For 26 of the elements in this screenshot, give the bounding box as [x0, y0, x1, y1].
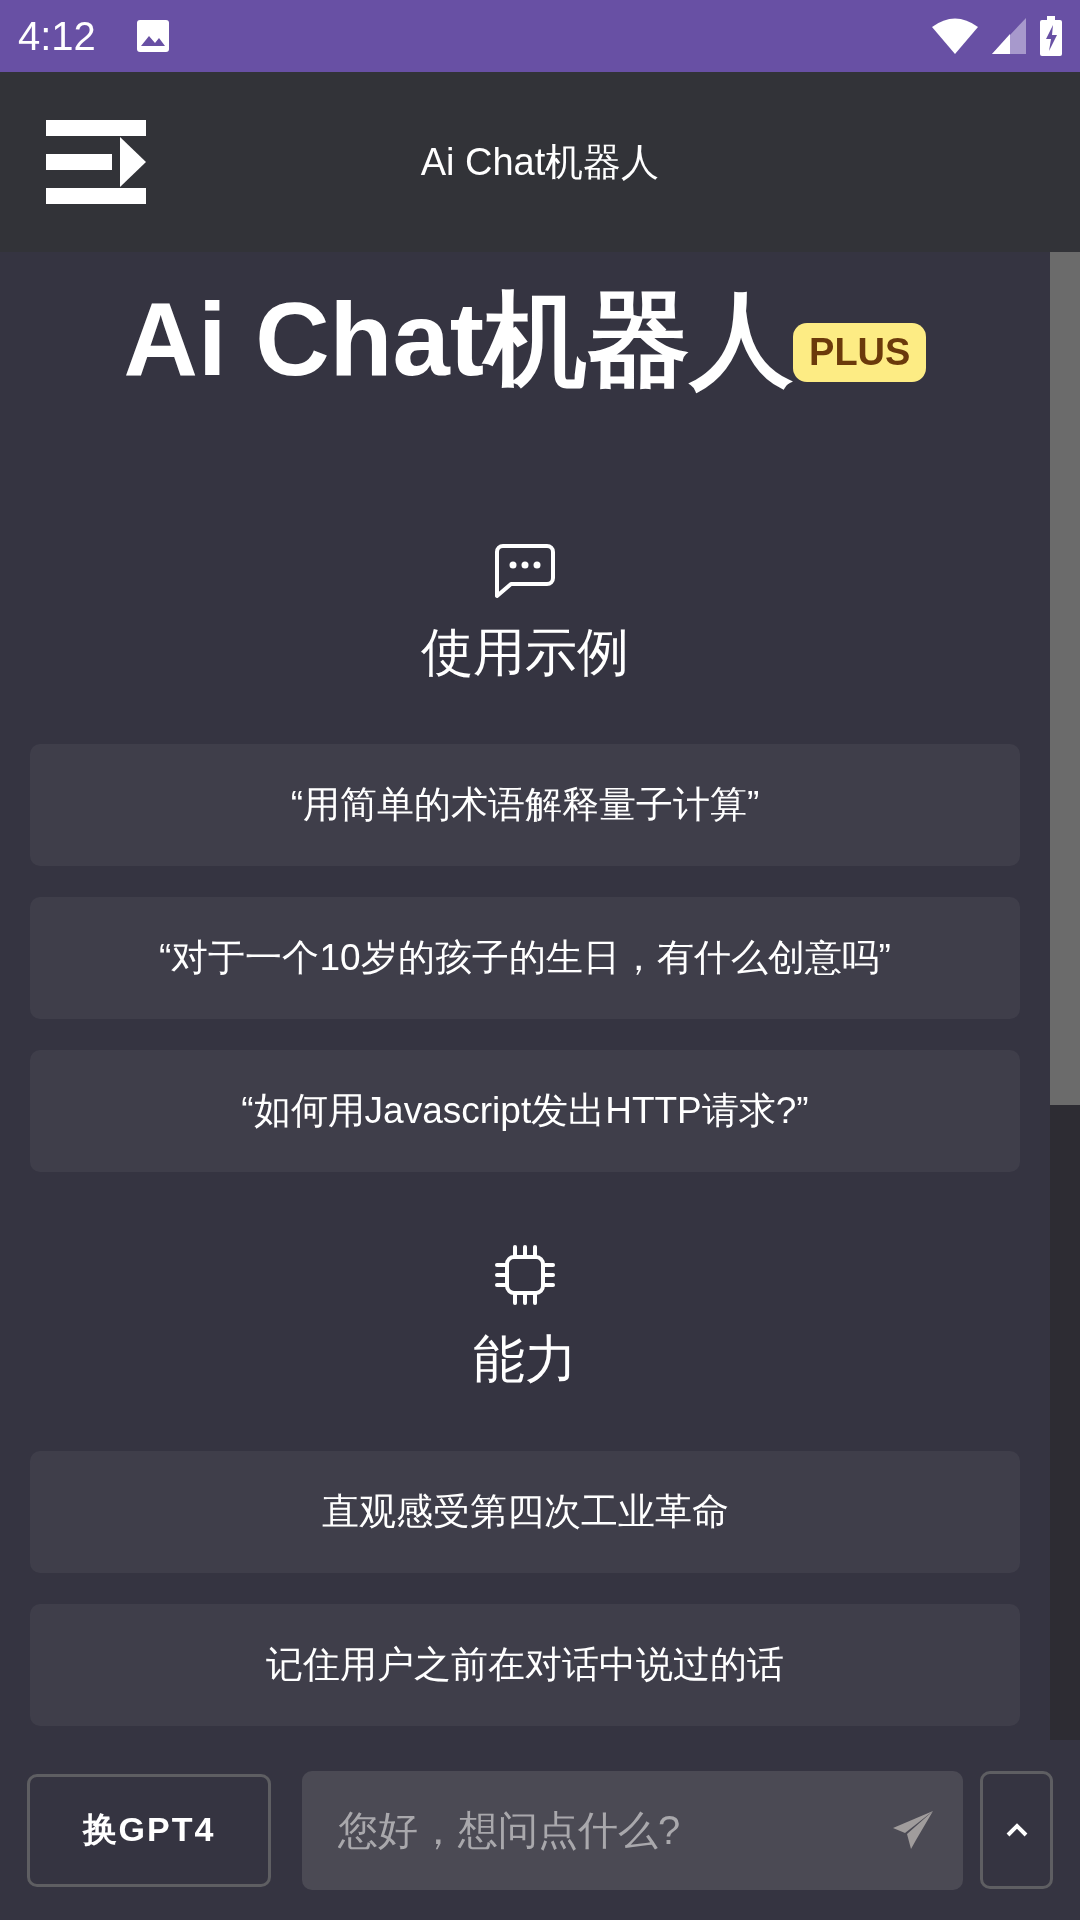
scrollbar-thumb[interactable] [1050, 252, 1080, 1105]
chevron-up-icon [1005, 1823, 1028, 1837]
suggestion-card[interactable]: “如何用Javascript发出HTTP请求?” [30, 1049, 1020, 1172]
status-time: 4:12 [18, 13, 96, 59]
plus-badge: PLUS [793, 322, 927, 382]
suggestion-card[interactable]: “对于一个10岁的孩子的生日，有什么创意吗” [30, 896, 1020, 1019]
suggestion-card[interactable]: 直观感受第四次工业革命 [30, 1450, 1020, 1573]
scroll-up-button[interactable] [980, 1771, 1053, 1889]
message-field[interactable]: 您好，想问点什么? [302, 1770, 963, 1890]
switch-model-button[interactable]: 换GPT4 [27, 1773, 271, 1887]
menu-icon [46, 120, 146, 204]
battery-icon [1040, 16, 1062, 56]
section-heading: 能力 [473, 1328, 577, 1390]
menu-button[interactable] [46, 120, 146, 204]
chip-icon [493, 1242, 557, 1307]
header-title: Ai Chat机器人 [419, 139, 661, 185]
send-icon[interactable] [893, 1811, 933, 1849]
message-input[interactable]: 您好，想问点什么? [336, 1806, 893, 1854]
suggestion-card[interactable]: “用简单的术语解释量子计算” [30, 743, 1020, 866]
chat-icon [493, 541, 557, 600]
signal-icon [992, 18, 1026, 54]
section-heading: 使用示例 [421, 621, 629, 683]
image-icon [135, 19, 170, 53]
app-title: Ai Chat机器人 [123, 281, 794, 399]
wifi-icon [932, 18, 978, 54]
suggestion-card[interactable]: 记住用户之前在对话中说过的话 [30, 1603, 1020, 1726]
